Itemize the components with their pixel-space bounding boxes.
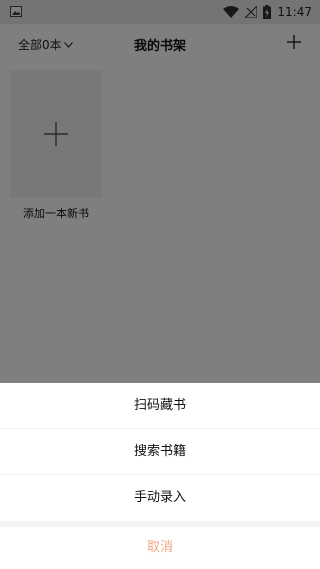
action-sheet: 扫码藏书 搜索书籍 手动录入 取消 [0,383,320,569]
manual-entry-button[interactable]: 手动录入 [0,475,320,521]
cancel-button[interactable]: 取消 [0,527,320,569]
scan-qr-button[interactable]: 扫码藏书 [0,383,320,429]
search-books-button[interactable]: 搜索书籍 [0,429,320,475]
